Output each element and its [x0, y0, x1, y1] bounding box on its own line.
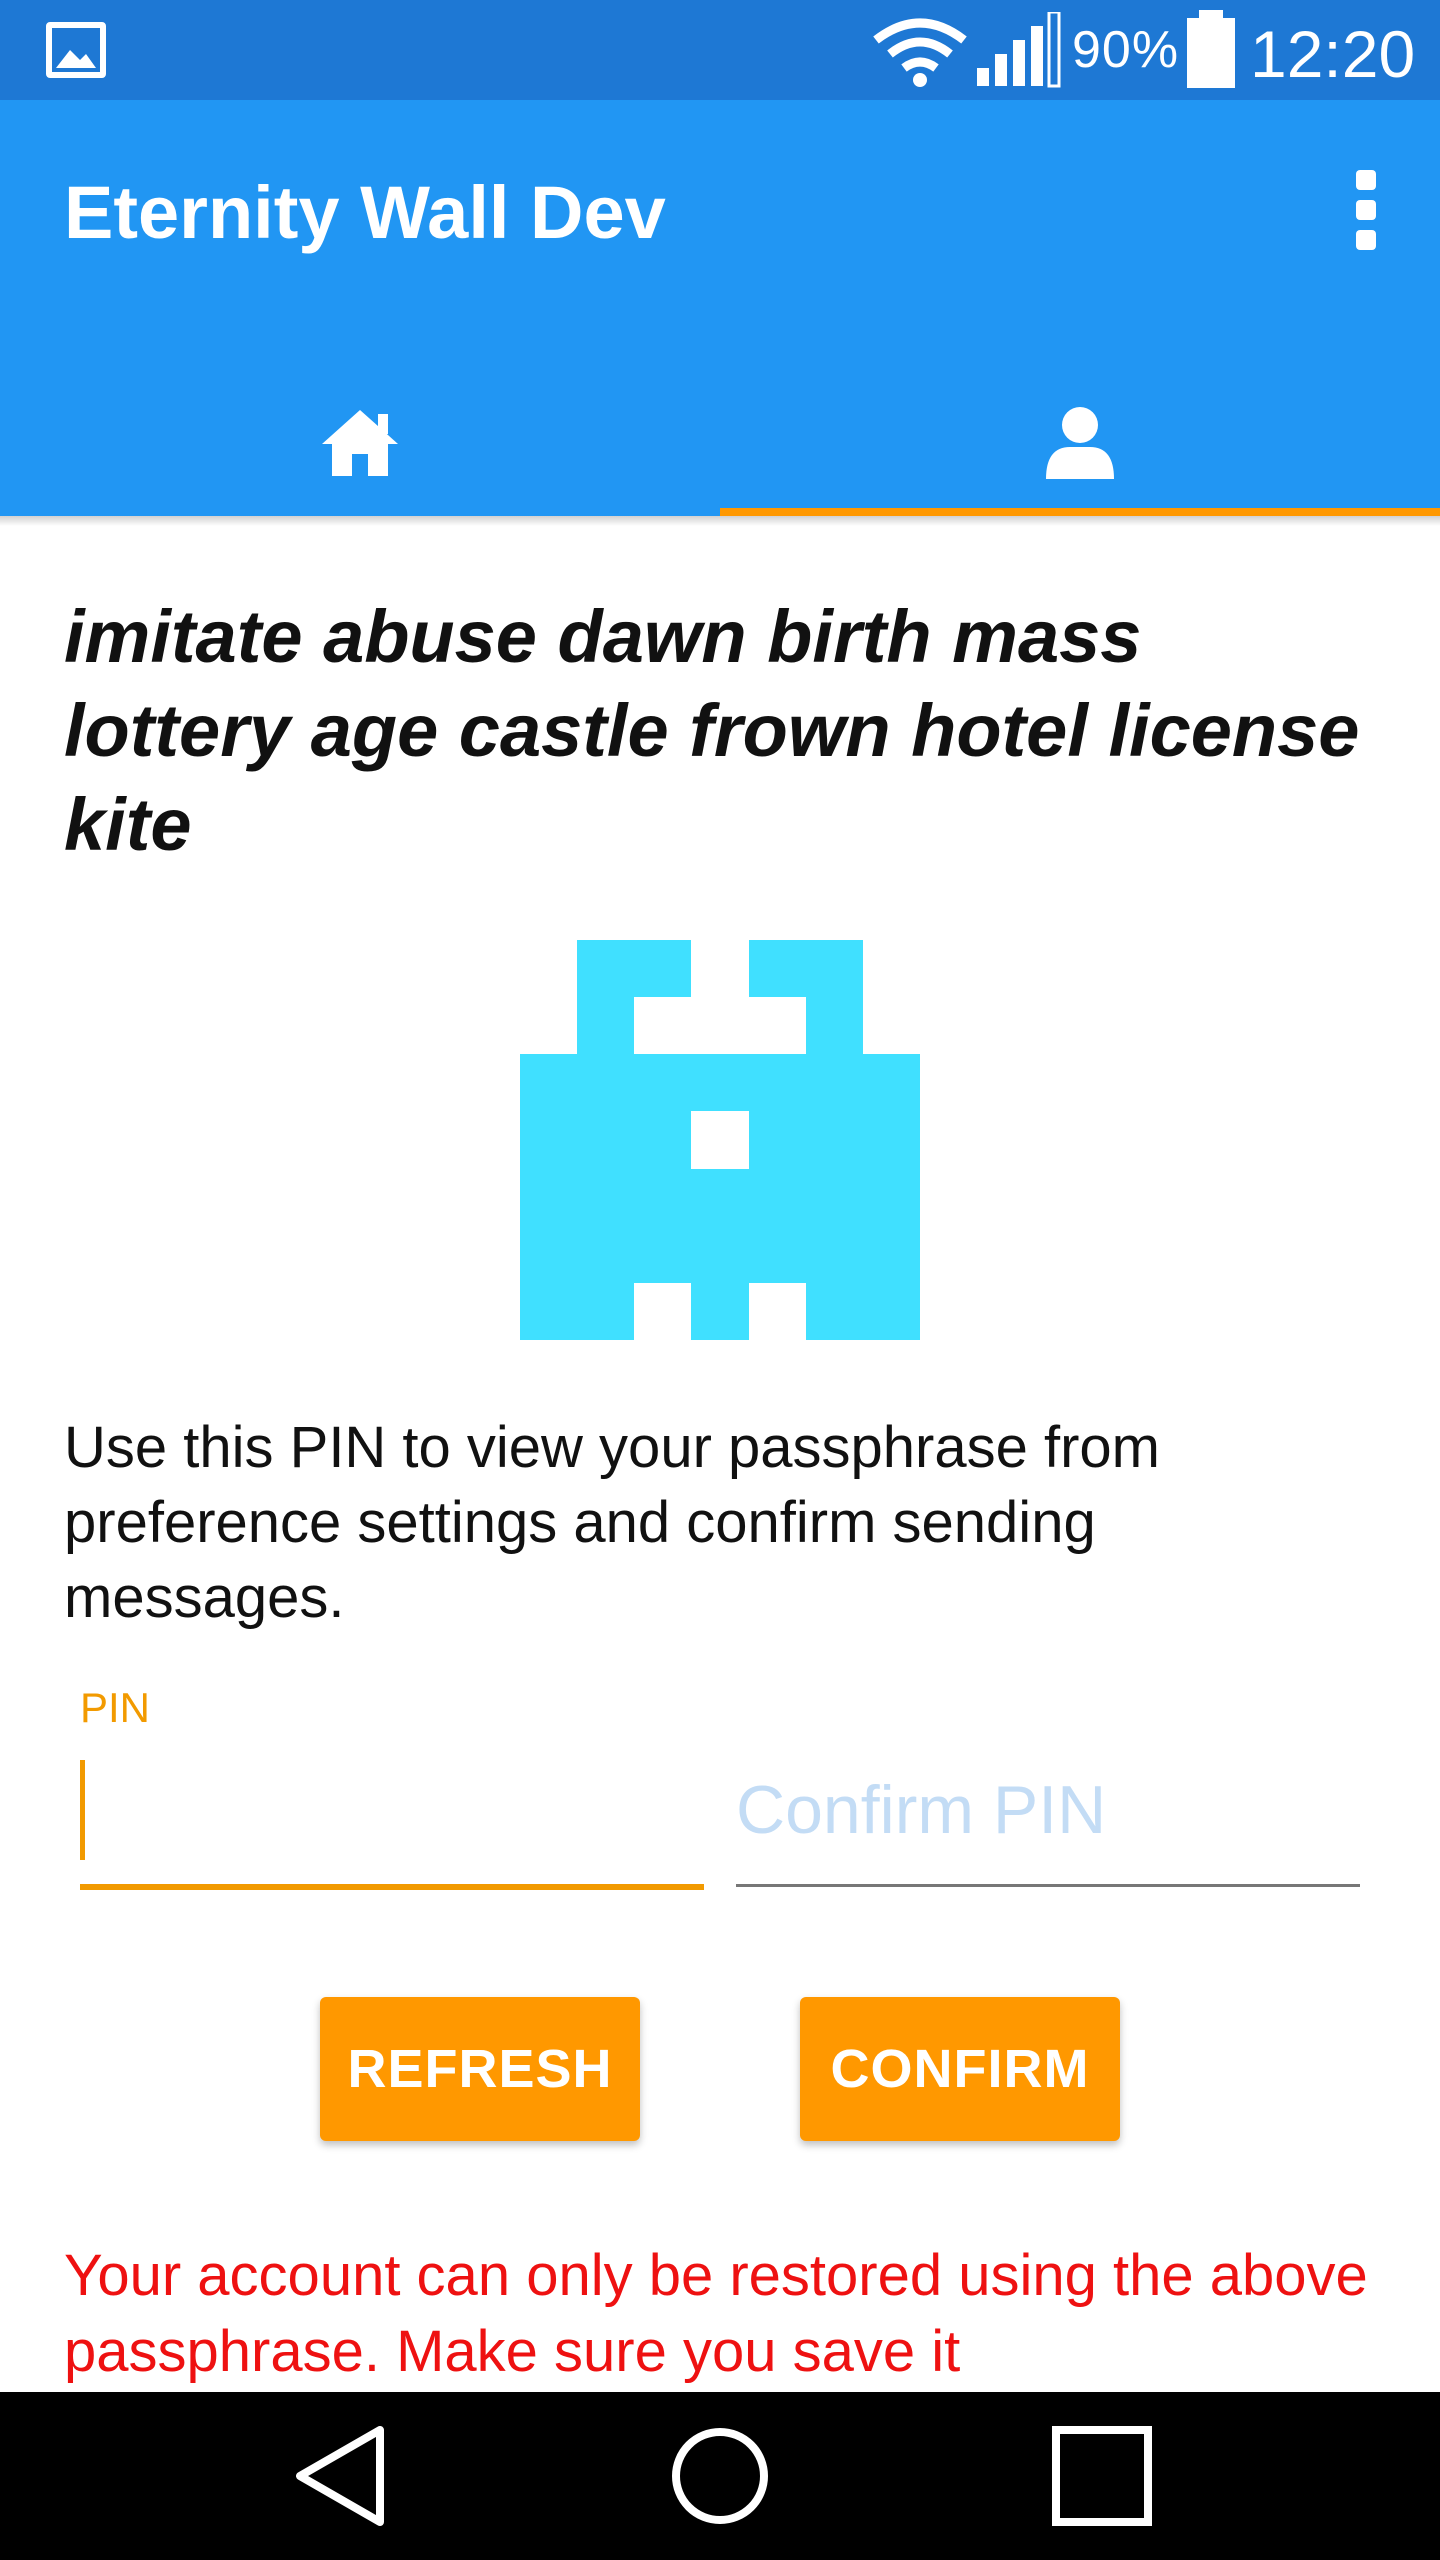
battery-percent: 90% [1072, 21, 1180, 79]
tab-indicator [720, 508, 1440, 516]
signal-icon [977, 12, 1061, 88]
recents-button[interactable] [1042, 2426, 1162, 2526]
home-circle-icon [672, 2428, 768, 2524]
status-time: 12:20 [1250, 17, 1416, 91]
wifi-icon [873, 18, 967, 87]
confirm-pin-underline [736, 1884, 1360, 1887]
gallery-icon [46, 22, 106, 78]
pin-info-text: Use this PIN to view your passphrase fro… [64, 1415, 1160, 1630]
pin-label: PIN [80, 1684, 151, 1731]
app-bar: Eternity Wall Dev [0, 100, 1440, 516]
tab-home[interactable] [0, 370, 720, 516]
status-bar: 90% 12:20 [0, 0, 1440, 100]
app-title: Eternity Wall Dev [64, 171, 666, 254]
identicon [520, 940, 920, 1340]
text-cursor [80, 1760, 85, 1860]
warning-text: Your account can only be restored using … [64, 2243, 1368, 2384]
recents-icon [1052, 2426, 1152, 2526]
battery-icon [1187, 10, 1235, 88]
confirm-pin-field[interactable] [736, 1750, 1360, 1890]
home-button[interactable] [660, 2426, 780, 2526]
confirm-button[interactable]: CONFIRM [800, 1997, 1120, 2141]
tab-profile[interactable] [720, 370, 1440, 516]
back-button[interactable] [280, 2426, 400, 2526]
app-bar-shadow [0, 516, 1440, 526]
more-vert-icon[interactable] [1340, 170, 1392, 250]
pin-input[interactable] [92, 1760, 692, 1860]
confirm-pin-input[interactable] [736, 1760, 1356, 1860]
user-icon [1046, 407, 1114, 479]
nav-bar [0, 2392, 1440, 2560]
passphrase: imitate abuse dawn birth mass lottery ag… [64, 595, 1360, 866]
home-icon [322, 410, 398, 476]
back-icon [296, 2426, 384, 2526]
refresh-button[interactable]: REFRESH [320, 1997, 640, 2141]
pin-underline [80, 1884, 704, 1890]
pin-field[interactable] [80, 1750, 704, 1890]
